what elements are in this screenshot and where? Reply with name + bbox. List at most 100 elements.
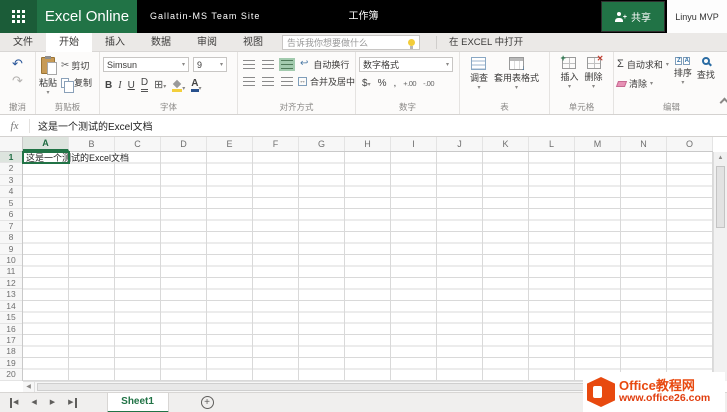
row-header-8[interactable]: 8 [0,232,22,244]
align-middle-button[interactable] [260,58,276,71]
open-in-excel-button[interactable]: 在 EXCEL 中打开 [436,35,523,49]
row-header-10[interactable]: 10 [0,255,22,267]
borders-button[interactable]: ⊞▾ [154,79,166,92]
sheet-tab-sheet1[interactable]: Sheet1 [106,392,169,412]
horizontal-scroll-thumb[interactable] [37,383,665,391]
fill-color-button[interactable]: ▾ [172,80,185,92]
column-header-C[interactable]: C [115,137,161,151]
undo-button[interactable]: ↶ [12,57,23,70]
row-header-15[interactable]: 15 [0,312,22,324]
column-header-D[interactable]: D [161,137,207,151]
select-all-corner[interactable] [0,137,23,152]
decrease-decimal-button[interactable]: -.00 [423,79,434,88]
underline-button[interactable]: U [128,80,135,92]
cut-button[interactable]: ✂ 剪切 [61,59,92,72]
row-header-17[interactable]: 17 [0,335,22,347]
formula-input[interactable]: 这是一个测试的Excel文档 [30,118,152,133]
double-underline-button[interactable]: D [140,77,149,92]
prev-sheet-icon[interactable]: ◀ [31,398,36,408]
row-header-9[interactable]: 9 [0,244,22,255]
increase-decimal-button[interactable]: +.00 [403,79,416,88]
share-button[interactable]: + 共享 [600,0,666,33]
row-header-2[interactable]: 2 [0,163,22,175]
row-header-18[interactable]: 18 [0,346,22,358]
sort-button[interactable]: ZA 排序 ▾ [674,57,692,101]
copy-button[interactable]: 复制 [61,76,92,93]
bold-button[interactable]: B [105,80,112,92]
row-header-16[interactable]: 16 [0,324,22,335]
column-header-E[interactable]: E [207,137,253,151]
row-header-3[interactable]: 3 [0,175,22,187]
row-header-11[interactable]: 11 [0,266,22,278]
column-header-H[interactable]: H [345,137,391,151]
row-header-6[interactable]: 6 [0,209,22,221]
italic-button[interactable]: I [118,80,121,92]
grid-cells[interactable] [23,152,713,381]
next-sheet-icon[interactable]: ▶ [50,398,55,408]
delete-cells-button[interactable]: 删除 ▾ [585,54,604,101]
paste-button[interactable]: 粘贴 ▾ [39,56,57,101]
align-right-button[interactable] [279,75,295,88]
row-header-14[interactable]: 14 [0,301,22,313]
redo-button[interactable]: ↷ [12,74,23,87]
site-name-link[interactable]: Gallatin-MS Team Site [150,0,260,33]
comma-button[interactable]: , [393,78,396,89]
add-sheet-button[interactable]: + [200,396,214,409]
menu-tab-插入[interactable]: 插入 [92,33,138,52]
row-header-13[interactable]: 13 [0,289,22,301]
row-header-19[interactable]: 19 [0,358,22,370]
insert-cells-button[interactable]: 插入 ▾ [560,53,578,101]
column-header-F[interactable]: F [253,137,299,151]
document-title[interactable]: 工作簿 [300,0,427,33]
column-header-M[interactable]: M [575,137,621,151]
row-header-4[interactable]: 4 [0,186,22,198]
format-as-table-button[interactable]: 套用表格式 ▾ [494,57,539,101]
row-header-5[interactable]: 5 [0,198,22,210]
column-header-B[interactable]: B [69,137,115,151]
clear-label: 清除 [629,79,648,89]
align-center-button[interactable] [260,75,276,88]
column-header-K[interactable]: K [483,137,529,151]
currency-button[interactable]: $▾ [362,78,371,89]
menu-tab-数据[interactable]: 数据 [138,33,184,52]
first-sheet-icon[interactable]: ◀ [10,397,18,408]
menu-tab-审阅[interactable]: 审阅 [184,33,230,52]
vertical-scroll-thumb[interactable] [716,166,725,228]
column-header-L[interactable]: L [529,137,575,151]
scroll-up-arrow-icon[interactable]: ▲ [714,152,727,164]
user-account[interactable]: Linyu MVP [667,0,727,33]
column-header-G[interactable]: G [299,137,345,151]
last-sheet-icon[interactable]: ▶ [68,397,77,408]
column-header-A[interactable]: A [23,137,69,151]
column-header-J[interactable]: J [437,137,483,151]
font-name-dropdown[interactable]: Simsun ▾ [103,57,189,72]
survey-button[interactable]: 调查 ▾ [470,57,488,101]
column-header-O[interactable]: O [667,137,713,151]
number-format-dropdown[interactable]: 数字格式 ▾ [359,57,453,72]
align-bottom-button[interactable] [279,57,295,71]
percent-button[interactable]: % [378,78,387,89]
font-size-dropdown[interactable]: 9 ▾ [193,57,227,72]
menu-tab-开始[interactable]: 开始 [46,32,92,52]
scroll-left-arrow-icon[interactable]: ◀ [23,382,35,392]
row-header-1[interactable]: 1 [0,152,22,164]
wrap-text-button[interactable]: ↩ [298,57,310,71]
vertical-scrollbar[interactable]: ▲ ▼ [713,152,727,381]
row-header-20[interactable]: 20 [0,369,22,381]
align-top-button[interactable] [241,58,257,71]
column-header-N[interactable]: N [621,137,667,151]
app-launcher-button[interactable] [0,0,37,33]
row-header-12[interactable]: 12 [0,278,22,290]
align-left-button[interactable] [241,75,257,88]
menu-tab-视图[interactable]: 视图 [230,33,276,52]
row-header-7[interactable]: 7 [0,221,22,233]
autosum-button[interactable]: Σ 自动求和 ▾ [617,58,669,71]
wrap-text-label[interactable]: 自动换行 [313,58,349,71]
tell-me-search-input[interactable]: 告诉我你想要做什么 [282,34,420,50]
font-color-button[interactable]: BA▾ [191,79,202,92]
menu-tab-文件[interactable]: 文件 [0,33,46,52]
clear-button[interactable]: 清除 ▾ [615,77,669,90]
merge-center-label[interactable]: 合并及居中 [310,75,355,88]
find-button[interactable]: 查找 [697,57,715,101]
column-header-I[interactable]: I [391,137,437,151]
